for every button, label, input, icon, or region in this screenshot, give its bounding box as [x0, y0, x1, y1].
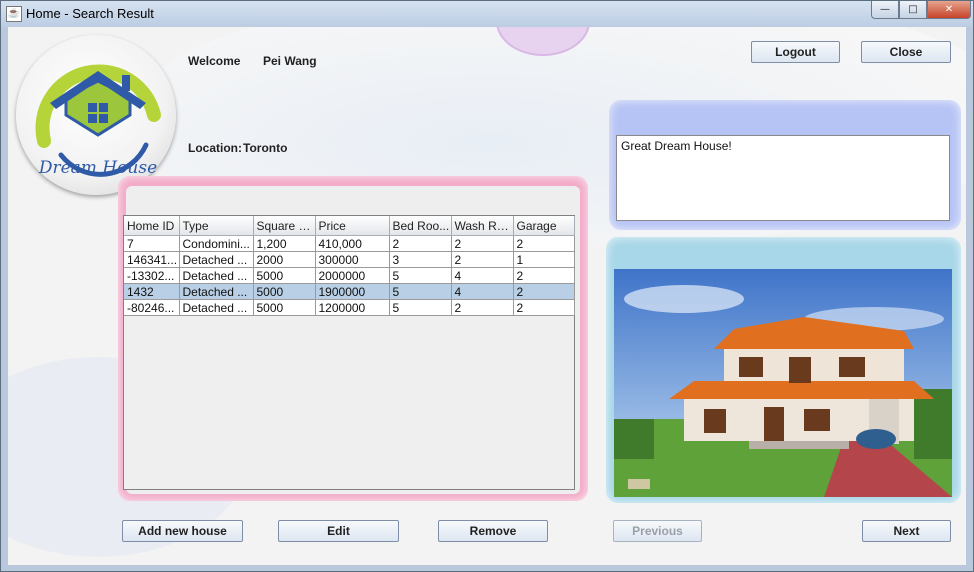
- table-row-selected[interactable]: 1432 Detached ... 5000 1900000 5 4 2: [124, 283, 575, 300]
- close-button[interactable]: Close: [861, 41, 951, 63]
- next-button[interactable]: Next: [862, 520, 951, 542]
- table-cell: 7: [124, 235, 180, 252]
- table-cell: 1: [513, 251, 575, 268]
- table-cell: 300000: [315, 251, 390, 268]
- table-cell: 2000: [253, 251, 316, 268]
- table-cell: 5000: [253, 283, 316, 300]
- title-bar[interactable]: ☕ Home - Search Result — □ ✕: [1, 1, 973, 27]
- logo-graphic: Dream House: [35, 64, 161, 178]
- java-app-icon[interactable]: ☕: [6, 6, 22, 22]
- logout-button[interactable]: Logout: [751, 41, 840, 63]
- maximize-icon[interactable]: □: [899, 1, 927, 19]
- logo-text: Dream House: [38, 158, 157, 178]
- table-cell: 2: [451, 235, 514, 252]
- table-cell: 2: [451, 251, 514, 268]
- column-header[interactable]: Garage: [513, 216, 575, 236]
- close-icon[interactable]: ✕: [927, 1, 971, 19]
- table-cell: 5000: [253, 267, 316, 284]
- table-cell: 4: [451, 283, 514, 300]
- table-header-row: Home ID Type Square F... Price Bed Roo..…: [124, 216, 575, 236]
- table-cell: 5: [389, 299, 452, 316]
- table-cell: 5: [389, 283, 452, 300]
- previous-button[interactable]: Previous: [613, 520, 702, 542]
- table-cell: -13302...: [124, 267, 180, 284]
- column-header[interactable]: Home ID: [124, 216, 180, 236]
- remove-button[interactable]: Remove: [438, 520, 548, 542]
- table-cell: Detached ...: [179, 251, 254, 268]
- main-content: Dream House Welcome Pei Wang Location: T…: [8, 27, 966, 565]
- table-cell: Condomini...: [179, 235, 254, 252]
- minimize-icon[interactable]: —: [871, 1, 899, 19]
- results-table[interactable]: Home ID Type Square F... Price Bed Roo..…: [123, 215, 575, 490]
- table-cell: 2: [389, 235, 452, 252]
- table-cell: Detached ...: [179, 283, 254, 300]
- table-cell: 4: [451, 267, 514, 284]
- table-cell: Detached ...: [179, 267, 254, 284]
- column-header[interactable]: Wash Ro...: [451, 216, 514, 236]
- table-cell: 2: [513, 235, 575, 252]
- table-cell: 1900000: [315, 283, 390, 300]
- location-value: Toronto: [243, 141, 288, 155]
- dream-house-logo: Dream House: [16, 35, 176, 195]
- table-cell: 410,000: [315, 235, 390, 252]
- table-row[interactable]: 7 Condomini... 1,200 410,000 2 2 2: [124, 235, 575, 252]
- table-cell: 3: [389, 251, 452, 268]
- table-cell: 2: [513, 267, 575, 284]
- table-cell: 1432: [124, 283, 180, 300]
- table-cell: 1200000: [315, 299, 390, 316]
- table-cell: -80246...: [124, 299, 180, 316]
- column-header[interactable]: Price: [315, 216, 390, 236]
- add-new-house-button[interactable]: Add new house: [122, 520, 243, 542]
- table-cell: 1,200: [253, 235, 316, 252]
- edit-button[interactable]: Edit: [278, 520, 399, 542]
- table-cell: 2: [451, 299, 514, 316]
- house-photo-graphic: [614, 269, 952, 497]
- window-title: Home - Search Result: [26, 6, 154, 21]
- table-cell: 2: [513, 299, 575, 316]
- column-header[interactable]: Type: [179, 216, 254, 236]
- window-controls: — □ ✕: [871, 1, 971, 19]
- location-label: Location:: [188, 141, 242, 155]
- table-cell: 2000000: [315, 267, 390, 284]
- welcome-label: Welcome: [188, 54, 241, 68]
- table-cell: 2: [513, 283, 575, 300]
- column-header[interactable]: Square F...: [253, 216, 316, 236]
- table-row[interactable]: -80246... Detached ... 5000 1200000 5 2 …: [124, 299, 575, 316]
- table-cell: 5: [389, 267, 452, 284]
- column-header[interactable]: Bed Roo...: [389, 216, 452, 236]
- house-photo: [614, 269, 952, 497]
- table-row[interactable]: 146341... Detached ... 2000 300000 3 2 1: [124, 251, 575, 268]
- user-name: Pei Wang: [263, 54, 317, 68]
- table-cell: 146341...: [124, 251, 180, 268]
- table-cell: 5000: [253, 299, 316, 316]
- results-grid: Home ID Type Square F... Price Bed Roo..…: [124, 216, 575, 316]
- table-row[interactable]: -13302... Detached ... 5000 2000000 5 4 …: [124, 267, 575, 284]
- description-text-area[interactable]: Great Dream House!: [616, 135, 950, 221]
- app-window: ☕ Home - Search Result — □ ✕ Dream House: [0, 0, 974, 572]
- table-cell: Detached ...: [179, 299, 254, 316]
